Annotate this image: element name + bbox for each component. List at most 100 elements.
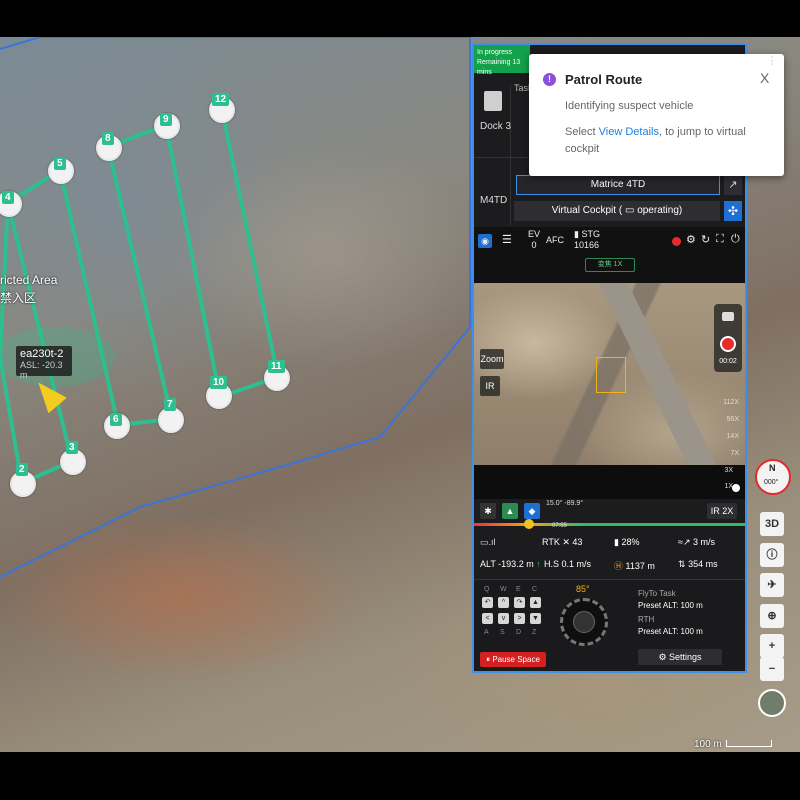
alert-icon: ! [543, 73, 556, 86]
map-compass[interactable]: N 000° [755, 459, 791, 495]
aircraft-label: M4TD [480, 195, 508, 206]
flyto-title: FlyTo Task [638, 589, 676, 598]
rotate-left-key[interactable]: ↶ [482, 597, 493, 608]
zoom-in-button[interactable]: + [760, 634, 784, 658]
divider [510, 85, 511, 225]
alt-readout: ALT -193.2 m ↑ [480, 559, 541, 569]
key-label-c: C [532, 586, 538, 593]
zoom-button[interactable]: Zoom [480, 349, 504, 369]
key-label-z: Z [532, 629, 537, 636]
zoom-level-14x[interactable]: 14X [727, 433, 739, 440]
info-icon[interactable]: ⓘ [760, 543, 784, 567]
ascend-key[interactable]: ▲ [530, 597, 541, 608]
ir-button[interactable]: IR [480, 376, 500, 396]
waypoint-label: 4 [2, 191, 14, 204]
descend-key[interactable]: ▼ [530, 613, 541, 624]
up-arrow-icon: ↑ [536, 559, 541, 569]
diamond-icon[interactable]: ◆ [524, 503, 540, 519]
monitor-icon: ▭ [624, 205, 635, 216]
right-key[interactable]: > [514, 613, 525, 624]
power-icon[interactable]: ⏻ [731, 233, 740, 246]
pause-button[interactable]: ⏸ Pause Space [480, 652, 546, 667]
status-line-2: Remaining 13 mins [477, 59, 521, 76]
video-camera-icon[interactable] [722, 312, 734, 321]
task-status-badge: In progress Remaining 13 mins [474, 45, 530, 76]
ir-zoom-value: 2X [722, 506, 734, 516]
compass-center-icon [573, 611, 595, 633]
zoom-level-3x[interactable]: 3X [724, 467, 733, 474]
refresh-icon[interactable]: ↻ [701, 233, 710, 246]
rth-title: RTH [638, 615, 655, 624]
pause-icon: ⏸ [486, 655, 491, 664]
key-label-w: W [500, 586, 507, 593]
stop-record-button[interactable] [720, 336, 736, 352]
waypoint-label: 5 [54, 157, 66, 170]
flight-controls: Q W E C ↶ ^ ↷ ▲ < v > ▼ A S D Z ⏸ Pause … [474, 579, 745, 671]
progress-marker[interactable] [524, 519, 534, 529]
telemetry-panel: ▭.ıl RTK ✕ 43 ▮ 28% ≈↗ 3 m/s ALT -193.2 … [474, 529, 745, 585]
aircraft-locate-icon[interactable]: ✈ [760, 573, 784, 597]
key-label-q: Q [484, 586, 490, 593]
location-target-icon[interactable]: ⊕ [760, 604, 784, 628]
map-layer-icon[interactable]: ▲ [502, 503, 518, 519]
ir-prefix: IR [710, 506, 720, 516]
battery-value: 28% [621, 537, 640, 547]
3d-view-button[interactable]: 3D [760, 512, 784, 536]
dock-icon [484, 91, 502, 111]
zoom-out-button[interactable]: − [760, 657, 784, 681]
camera-icon[interactable]: ◉ [478, 234, 492, 248]
map-layer-avatar[interactable] [758, 689, 786, 717]
zoom-level-56x[interactable]: 56X [727, 416, 739, 423]
restricted-area-sublabel: 禁入区 [0, 291, 37, 305]
home-distance-readout: Ⓗ 1137 m [614, 559, 655, 572]
target-box[interactable] [596, 357, 626, 393]
afc-label[interactable]: AFC [546, 235, 564, 246]
satellite-icon: ✕ [562, 537, 570, 547]
sliders-icon[interactable]: ☰ [502, 233, 512, 246]
waypoint-label: 12 [212, 93, 230, 106]
key-label-d: D [516, 629, 522, 636]
ir-zoom-button[interactable]: IR 2X [707, 503, 737, 519]
gimbal-readout: 15.0° -89.9° [546, 500, 584, 507]
popup-description: Select View Details, to jump to virtual … [565, 124, 775, 158]
zoom-level-112x[interactable]: 112X [723, 399, 739, 406]
zoom-slider-handle[interactable] [732, 484, 740, 492]
storage-value: 10166 [574, 240, 600, 250]
snowflake-icon[interactable]: ✱ [480, 503, 496, 519]
drone-control-icon[interactable]: ✣ [724, 201, 742, 221]
gear-icon[interactable]: ⚙ [686, 233, 696, 246]
dock-label: Dock 3 [480, 121, 512, 132]
share-icon[interactable]: ↗ [724, 175, 742, 195]
hs-readout: H.S 0.1 m/s [544, 559, 592, 569]
gear-icon: ⚙ [658, 652, 667, 662]
drone-info-tag[interactable]: ea230t-2 ASL: -20.3 m [16, 346, 72, 380]
battery-icon: ▮ [614, 537, 619, 547]
key-label-a: A [484, 629, 489, 636]
virtual-cockpit-button[interactable]: Virtual Cockpit ( ▭ operating) [514, 201, 720, 221]
view-details-link[interactable]: View Details [599, 126, 659, 138]
back-key[interactable]: v [498, 613, 509, 624]
record-indicator-icon[interactable] [672, 237, 681, 246]
flyto-alt: Preset ALT: 100 m [638, 601, 703, 610]
aircraft-model-button[interactable]: Matrice 4TD [516, 175, 720, 195]
expand-icon[interactable]: ⛶ [716, 233, 724, 246]
ev-value: 0 [531, 240, 537, 250]
side-menu-icon[interactable]: ⋮ [760, 49, 784, 73]
left-key[interactable]: < [482, 613, 493, 624]
settings-label: Settings [669, 652, 702, 662]
notification-popup: ! Patrol Route X Identifying suspect veh… [529, 54, 784, 176]
camera-video-feed[interactable]: Zoom IR 00:02 112X 56X 14X 7X [474, 283, 745, 465]
forward-key[interactable]: ^ [498, 597, 509, 608]
virtual-cockpit-label: Virtual Cockpit ( [551, 205, 623, 216]
bottom-letterbox [0, 752, 800, 800]
waypoint-label: 6 [110, 413, 122, 426]
settings-button[interactable]: ⚙ Settings [638, 649, 722, 665]
ev-control[interactable]: EV 0 [528, 229, 540, 251]
zoom-mode-chip[interactable]: 变焦 1X [585, 258, 635, 272]
zoom-level-7x[interactable]: 7X [730, 450, 739, 457]
heading-readout: 85° [576, 584, 590, 594]
virtual-cockpit-status: operating) [637, 205, 683, 216]
rotate-right-key[interactable]: ↷ [514, 597, 525, 608]
pause-label: Pause Space [492, 655, 540, 664]
drone-name: ea230t-2 [20, 348, 64, 360]
